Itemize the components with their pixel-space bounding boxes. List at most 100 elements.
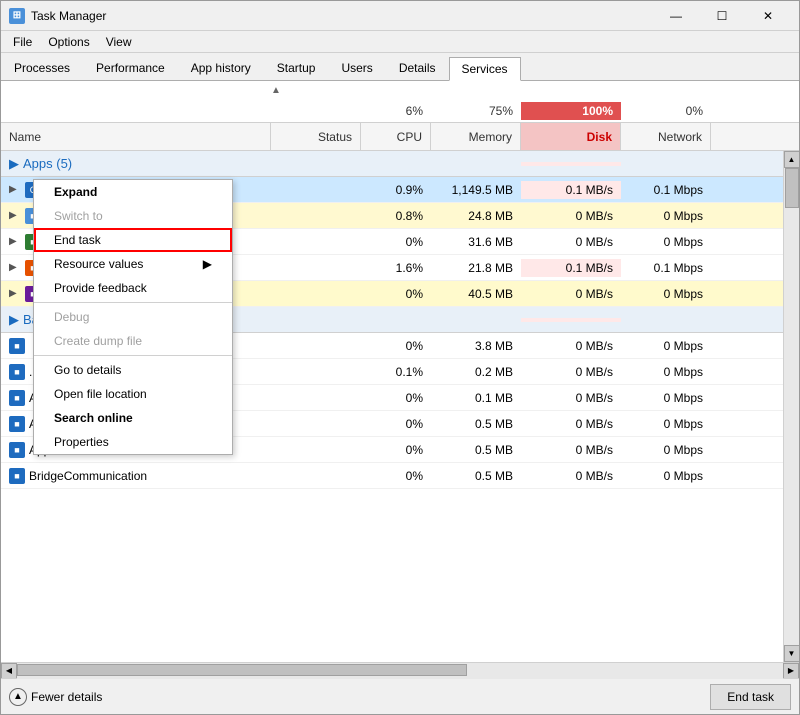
row1-expand-icon: ▶: [9, 184, 21, 195]
tab-users[interactable]: Users: [328, 56, 385, 80]
cpu-pct-cell: 6%: [361, 102, 431, 120]
fewer-details-icon: ▲: [9, 688, 27, 706]
bg-expand-icon: ▶: [9, 312, 19, 328]
bg-row1-icon: ■: [9, 338, 25, 354]
row1-disk: 0.1 MB/s: [521, 181, 621, 199]
row4-disk: 0.1 MB/s: [521, 259, 621, 277]
app-icon: ⊞: [9, 8, 25, 24]
col-disk[interactable]: Disk: [521, 123, 621, 150]
col-memory[interactable]: Memory: [431, 123, 521, 150]
scroll-down-button[interactable]: ▼: [784, 645, 800, 662]
scroll-up-button[interactable]: ▲: [784, 151, 800, 168]
column-headers: Name Status CPU Memory Disk Network: [1, 123, 799, 151]
fewer-details-button[interactable]: ▲ Fewer details: [9, 688, 102, 706]
disk-pct-cell: 100%: [521, 102, 621, 120]
ctx-search-online[interactable]: Search online: [34, 406, 232, 430]
sort-indicator-row: ▲: [1, 81, 799, 99]
row3-cpu: 0%: [361, 233, 431, 251]
row2-disk: 0 MB/s: [521, 207, 621, 225]
ctx-end-task[interactable]: End task: [34, 228, 232, 252]
row2-memory: 24.8 MB: [431, 207, 521, 225]
row5-disk: 0 MB/s: [521, 285, 621, 303]
row5-status: [271, 292, 361, 296]
bg-row4-icon: ■: [9, 416, 25, 432]
ctx-go-to-details[interactable]: Go to details: [34, 358, 232, 382]
apps-group-header[interactable]: ▶ Apps (5): [1, 151, 783, 177]
bg-row5-icon: ■: [9, 442, 25, 458]
tab-services[interactable]: Services: [449, 57, 521, 81]
ctx-properties[interactable]: Properties: [34, 430, 232, 454]
ctx-resource-values[interactable]: Resource values ▶: [34, 252, 232, 276]
row1-status: [271, 188, 361, 192]
minimize-button[interactable]: —: [653, 1, 699, 31]
vertical-scrollbar: ▲ ▼: [783, 151, 799, 662]
row4-expand-icon: ▶: [9, 262, 21, 273]
tab-app-history[interactable]: App history: [178, 56, 264, 80]
table-body: ▶ Apps (5) ▶ C C 0.9% 1,149.5 MB: [1, 151, 783, 662]
col-cpu[interactable]: CPU: [361, 123, 431, 150]
col-network[interactable]: Network: [621, 123, 711, 150]
col-name[interactable]: Name: [1, 123, 271, 150]
name-pct-cell: [1, 109, 271, 113]
sort-arrow-icon: ▲: [271, 85, 281, 96]
row2-expand-icon: ▶: [9, 210, 21, 221]
apps-disk: [521, 162, 621, 166]
row4-memory: 21.8 MB: [431, 259, 521, 277]
status-pct-cell: [271, 109, 361, 113]
apps-cpu: [361, 162, 431, 166]
row4-cpu: 1.6%: [361, 259, 431, 277]
menu-view[interactable]: View: [98, 33, 140, 51]
bg-row6-name: ■ BridgeCommunication: [1, 466, 271, 486]
table-row[interactable]: ■ BridgeCommunication 0% 0.5 MB 0 MB/s 0…: [1, 463, 783, 489]
tab-performance[interactable]: Performance: [83, 56, 178, 80]
scroll-left-button[interactable]: ◀: [1, 663, 17, 679]
h-scroll-thumb[interactable]: [17, 664, 467, 676]
h-scroll-track[interactable]: [17, 663, 783, 679]
apps-status: [271, 162, 361, 166]
apps-memory: [431, 162, 521, 166]
apps-network: [621, 162, 711, 166]
ctx-open-file-location[interactable]: Open file location: [34, 382, 232, 406]
scroll-track[interactable]: [784, 168, 800, 645]
menu-bar: File Options View: [1, 31, 799, 53]
horizontal-scrollbar: ◀ ▶: [1, 662, 799, 678]
row3-status: [271, 240, 361, 244]
network-pct-cell: 0%: [621, 102, 711, 120]
scroll-right-button[interactable]: ▶: [783, 663, 799, 679]
ctx-switch-to: Switch to: [34, 204, 232, 228]
percentage-row: 6% 75% 100% 0%: [1, 99, 799, 123]
end-task-button[interactable]: End task: [710, 684, 791, 710]
row5-memory: 40.5 MB: [431, 285, 521, 303]
menu-file[interactable]: File: [5, 33, 40, 51]
col-status[interactable]: Status: [271, 123, 361, 150]
scroll-thumb[interactable]: [785, 168, 799, 208]
ctx-create-dump: Create dump file: [34, 329, 232, 353]
tab-details[interactable]: Details: [386, 56, 449, 80]
ctx-debug: Debug: [34, 305, 232, 329]
maximize-button[interactable]: ☐: [699, 1, 745, 31]
tab-startup[interactable]: Startup: [264, 56, 329, 80]
title-bar: ⊞ Task Manager — ☐ ✕: [1, 1, 799, 31]
menu-options[interactable]: Options: [40, 33, 97, 51]
bg-row6-icon: ■: [9, 468, 25, 484]
ctx-provide-feedback[interactable]: Provide feedback: [34, 276, 232, 300]
bg-row2-icon: ■: [9, 364, 25, 380]
row4-network: 0.1 Mbps: [621, 259, 711, 277]
row5-cpu: 0%: [361, 285, 431, 303]
row5-expand-icon: ▶: [9, 288, 21, 299]
window-controls: — ☐ ✕: [653, 1, 791, 31]
row5-network: 0 Mbps: [621, 285, 711, 303]
close-button[interactable]: ✕: [745, 1, 791, 31]
ctx-expand[interactable]: Expand: [34, 180, 232, 204]
row4-status: [271, 266, 361, 270]
tab-processes[interactable]: Processes: [1, 56, 83, 80]
row3-expand-icon: ▶: [9, 236, 21, 247]
row3-memory: 31.6 MB: [431, 233, 521, 251]
row2-status: [271, 214, 361, 218]
apps-group-name: ▶ Apps (5): [1, 152, 271, 176]
ctx-separator-2: [34, 355, 232, 356]
task-manager-window: ⊞ Task Manager — ☐ ✕ File Options View P…: [0, 0, 800, 715]
bg-row3-icon: ■: [9, 390, 25, 406]
row2-network: 0 Mbps: [621, 207, 711, 225]
column-headers-wrapper: ▲ 6% 75% 100% 0% Name Status CPU Memory …: [1, 81, 799, 151]
